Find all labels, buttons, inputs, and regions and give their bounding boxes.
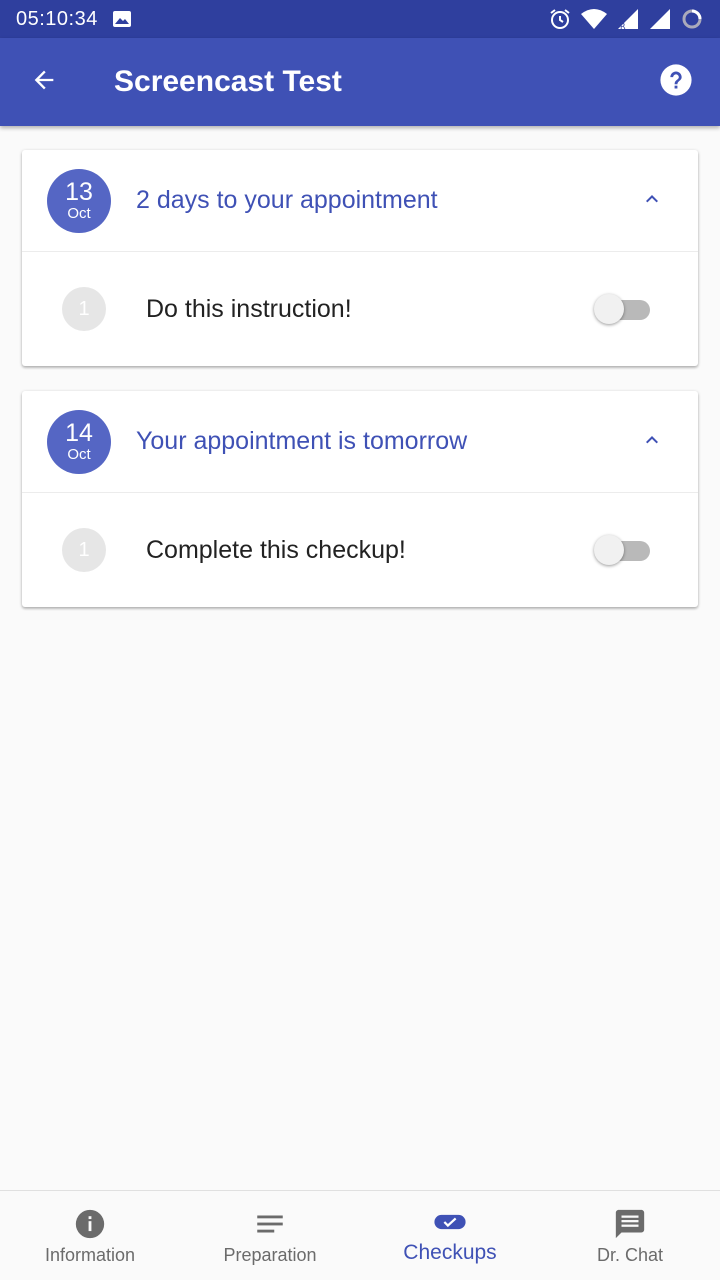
complete-toggle[interactable] [594,294,652,324]
complete-toggle[interactable] [594,535,652,565]
date-badge: 14 Oct [47,409,111,474]
svg-text:R: R [620,22,626,30]
collapse-button[interactable] [634,424,670,460]
status-bar: 05:10:34 R [0,0,720,38]
image-icon [112,10,132,28]
signal-r-icon: R [616,8,640,30]
step-number: 1 [62,287,106,331]
card-header[interactable]: 14 Oct Your appointment is tomorrow [22,391,698,493]
list-item: 1 Do this instruction! [22,252,698,366]
app-bar: Screencast Test [0,38,720,126]
bottom-navigation: Information Preparation Checkups Dr. Cha… [0,1190,720,1280]
checkup-icon [433,1205,467,1239]
date-month: Oct [67,204,91,222]
signal-icon [648,8,672,30]
nav-label: Checkups [403,1241,497,1264]
date-day: 13 [65,177,93,206]
help-icon [659,63,693,102]
nav-label: Preparation [223,1245,317,1265]
back-button[interactable] [20,58,68,106]
wifi-icon [580,8,608,30]
arrow-back-icon [30,66,58,99]
info-icon [73,1207,107,1241]
nav-label: Dr. Chat [596,1245,664,1265]
chevron-up-icon [640,187,664,216]
status-time: 05:10:34 [16,7,98,30]
nav-dr-chat[interactable]: Dr. Chat [540,1191,720,1280]
notes-icon [253,1207,287,1241]
list-item: 1 Complete this checkup! [22,493,698,607]
toggle-thumb [594,294,624,324]
nav-information[interactable]: Information [0,1191,180,1280]
card-title: 2 days to your appointment [136,186,438,214]
card-title: Your appointment is tomorrow [136,427,468,455]
chevron-up-icon [640,428,664,457]
appointment-card: 13 Oct 2 days to your appointment 1 Do t… [22,150,698,366]
card-header[interactable]: 13 Oct 2 days to your appointment [22,150,698,252]
item-text: Do this instruction! [146,294,352,323]
appointment-card: 14 Oct Your appointment is tomorrow 1 Co… [22,391,698,607]
page-title: Screencast Test [114,65,342,98]
chat-icon [613,1207,647,1241]
help-button[interactable] [652,58,700,106]
step-number: 1 [62,528,106,572]
item-text: Complete this checkup! [146,535,406,564]
nav-preparation[interactable]: Preparation [180,1191,360,1280]
collapse-button[interactable] [634,183,670,219]
toggle-thumb [594,535,624,565]
date-day: 14 [65,418,93,447]
nav-label: Information [44,1245,136,1265]
alarm-icon [548,7,572,31]
status-icons: R [548,7,704,31]
date-month: Oct [67,445,91,463]
loading-icon [680,7,704,31]
date-badge: 13 Oct [47,168,111,233]
nav-checkups[interactable]: Checkups [360,1191,540,1280]
